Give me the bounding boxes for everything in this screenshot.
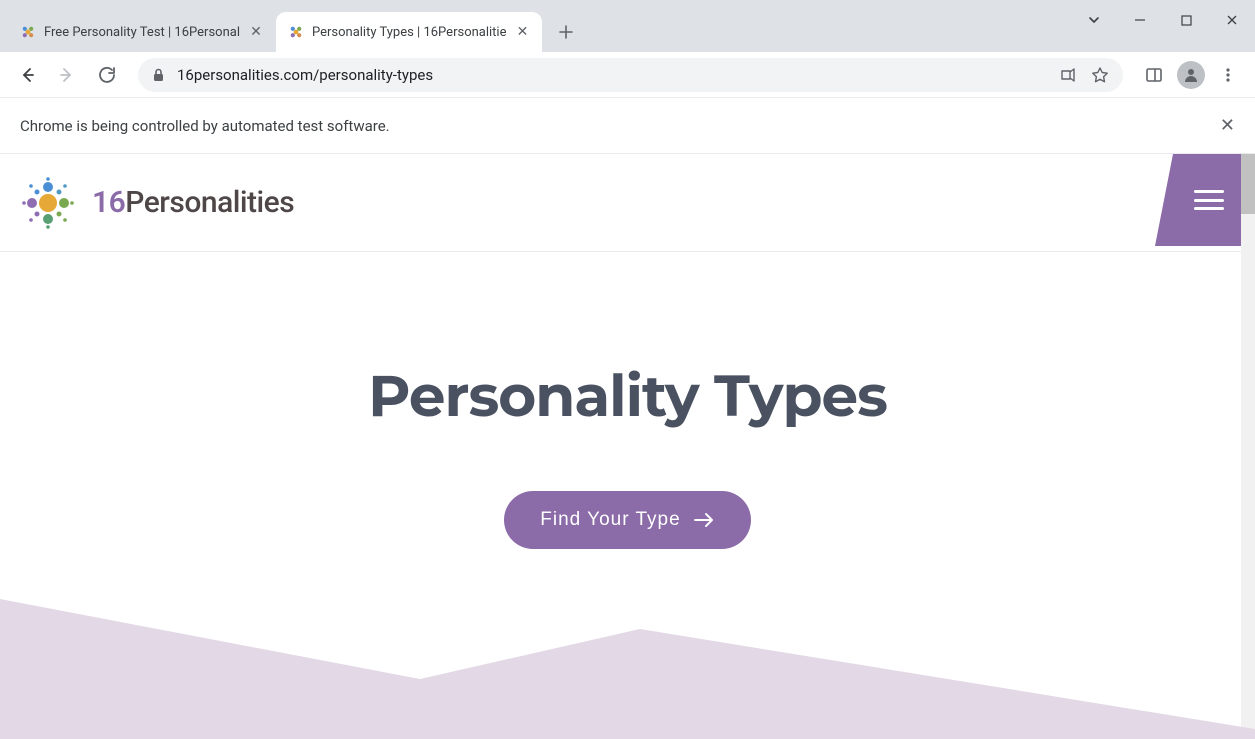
share-button[interactable]	[1059, 66, 1077, 84]
close-tab-icon[interactable]: ✕	[248, 24, 264, 40]
hamburger-menu-button[interactable]	[1155, 154, 1255, 246]
minimize-icon	[1134, 14, 1146, 26]
logo-icon	[18, 173, 78, 233]
url-text: 16personalities.com/personality-types	[177, 66, 433, 84]
tab-0[interactable]: Free Personality Test | 16Personal ✕	[8, 12, 276, 52]
window-controls	[1071, 0, 1255, 40]
minimize-button[interactable]	[1117, 0, 1163, 40]
decorative-wave	[0, 559, 1255, 739]
plus-icon	[558, 24, 574, 40]
site-header: 16Personalities	[0, 154, 1255, 252]
forward-button[interactable]	[50, 58, 84, 92]
arrow-left-icon	[18, 66, 36, 84]
scrollbar-thumb[interactable]	[1241, 154, 1255, 214]
share-icon	[1059, 66, 1077, 84]
logo-suffix: Personalities	[125, 185, 294, 220]
cta-label: Find Your Type	[540, 509, 680, 531]
panel-icon	[1145, 66, 1163, 84]
find-your-type-button[interactable]: Find Your Type	[504, 491, 750, 549]
bookmark-button[interactable]	[1091, 66, 1109, 84]
address-bar[interactable]: 16personalities.com/personality-types	[138, 58, 1123, 92]
back-button[interactable]	[10, 58, 44, 92]
tab-1[interactable]: Personality Types | 16Personalitie ✕	[276, 12, 543, 52]
side-panel-button[interactable]	[1137, 58, 1171, 92]
close-icon	[1226, 14, 1238, 26]
reload-icon	[98, 66, 116, 84]
site-logo[interactable]: 16Personalities	[18, 173, 294, 233]
page-content: 16Personalities Personality Types Find Y…	[0, 154, 1255, 739]
chevron-down-icon	[1087, 13, 1101, 27]
close-window-button[interactable]	[1209, 0, 1255, 40]
infobar-text: Chrome is being controlled by automated …	[20, 117, 390, 135]
arrow-right-icon	[693, 511, 715, 529]
maximize-icon	[1181, 15, 1192, 26]
maximize-button[interactable]	[1163, 0, 1209, 40]
lock-icon	[152, 68, 165, 82]
hero-section: Personality Types Find Your Type	[0, 252, 1255, 549]
toolbar: 16personalities.com/personality-types	[0, 52, 1255, 98]
logo-text: 16Personalities	[92, 185, 294, 220]
favicon-icon	[20, 24, 36, 40]
tab-search-button[interactable]	[1071, 0, 1117, 40]
arrow-right-icon	[58, 66, 76, 84]
page-title: Personality Types	[0, 360, 1255, 431]
new-tab-button[interactable]	[550, 16, 582, 48]
hamburger-icon	[1194, 190, 1224, 210]
tab-title: Personality Types | 16Personalitie	[312, 25, 507, 40]
close-tab-icon[interactable]: ✕	[514, 24, 530, 40]
dots-vertical-icon	[1219, 66, 1237, 84]
logo-prefix: 16	[92, 185, 125, 220]
menu-button[interactable]	[1211, 58, 1245, 92]
omnibox-actions	[1059, 66, 1109, 84]
favicon-icon	[288, 24, 304, 40]
automation-infobar: Chrome is being controlled by automated …	[0, 98, 1255, 154]
toolbar-right	[1137, 58, 1245, 92]
tab-title: Free Personality Test | 16Personal	[44, 25, 240, 40]
star-icon	[1091, 66, 1109, 84]
person-icon	[1182, 66, 1200, 84]
reload-button[interactable]	[90, 58, 124, 92]
profile-button[interactable]	[1177, 61, 1205, 89]
infobar-close-button[interactable]: ✕	[1220, 115, 1235, 136]
tab-strip: Free Personality Test | 16Personal ✕ Per…	[0, 0, 1255, 52]
